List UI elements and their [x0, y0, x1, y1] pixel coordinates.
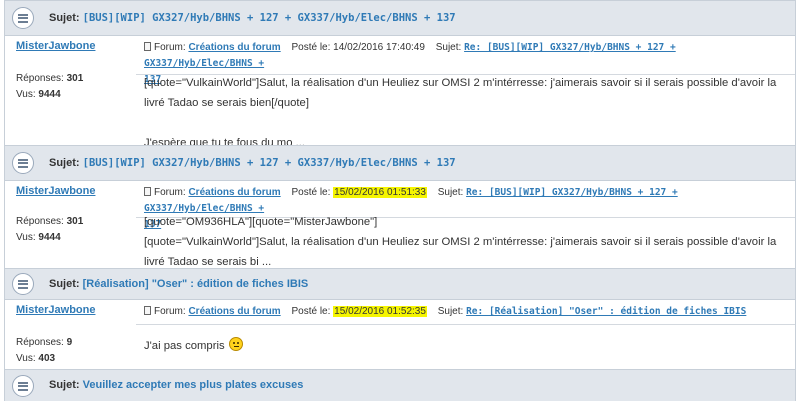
author-link[interactable]: MisterJawbone: [16, 185, 95, 197]
replies-count: Réponses: 301: [16, 216, 84, 227]
post-date-highlighted: 15/02/2016 01:51:33: [333, 187, 427, 198]
subject-label: Sujet:: [49, 12, 80, 24]
replies-count: Réponses: 9: [16, 337, 73, 348]
forum-link[interactable]: Créations du forum: [188, 306, 280, 317]
post-icon: [144, 42, 151, 51]
post-icon: [144, 306, 151, 315]
author-link[interactable]: MisterJawbone: [16, 40, 95, 52]
views-count: Vus: 403: [16, 353, 56, 364]
views-count: Vus: 9444: [16, 232, 61, 243]
post-excerpt: [quote="OM936HLA"][quote="MisterJawbone"…: [144, 216, 777, 268]
topic-subject-link[interactable]: Veuillez accepter mes plus plates excuse…: [83, 379, 304, 391]
topic-icon: [12, 375, 34, 397]
topic-subject-link[interactable]: [Réalisation] "Oser" : édition de fiches…: [83, 278, 309, 290]
views-count: Vus: 9444: [16, 89, 61, 100]
topic-subject-bar: Sujet: [BUS][WIP] GX327/Hyb/BHNS + 127 +…: [5, 0, 795, 36]
topic-subject-link[interactable]: [BUS][WIP] GX327/Hyb/BHNS + 127 + GX337/…: [83, 157, 456, 169]
topic-icon: [12, 7, 34, 29]
meta-divider: [136, 324, 795, 325]
search-result-post: MisterJawbone Réponses: 9 Vus: 403 Forum…: [5, 300, 795, 370]
search-result-post: MisterJawbone Réponses: 301 Vus: 9444 Fo…: [5, 181, 795, 269]
topic-icon: [12, 273, 34, 295]
forum-link[interactable]: Créations du forum: [188, 42, 280, 53]
confused-smiley-icon: [228, 337, 243, 351]
topic-subject-bar: Sujet: [Réalisation] "Oser" : édition de…: [5, 268, 795, 300]
post-icon: [144, 187, 151, 196]
post-date-highlighted: 15/02/2016 01:52:35: [333, 306, 427, 317]
forum-link[interactable]: Créations du forum: [188, 187, 280, 198]
post-meta: Forum: Créations du forum Posté le: 15/0…: [144, 304, 787, 320]
replies-count: Réponses: 301: [16, 73, 84, 84]
post-excerpt: J'ai pas compris: [144, 336, 787, 356]
reply-subject-link[interactable]: Re: [Réalisation] "Oser" : édition de fi…: [466, 306, 746, 317]
topic-subject-bar: Sujet: [BUS][WIP] GX327/Hyb/BHNS + 127 +…: [5, 145, 795, 181]
author-link[interactable]: MisterJawbone: [16, 304, 95, 316]
topic-subject-bar: Sujet: Veuillez accepter mes plus plates…: [5, 369, 795, 401]
subject-label: Sujet:: [49, 157, 80, 169]
post-date: 14/02/2016 17:40:49: [333, 42, 425, 53]
topic-subject-link[interactable]: [BUS][WIP] GX327/Hyb/BHNS + 127 + GX337/…: [83, 12, 456, 24]
topic-icon: [12, 152, 34, 174]
search-result-post: MisterJawbone Réponses: 301 Vus: 9444 Fo…: [5, 36, 795, 149]
post-excerpt: [quote="VulkainWorld"]Salut, la réalisat…: [144, 77, 777, 149]
subject-label: Sujet:: [49, 379, 80, 391]
subject-label: Sujet:: [49, 278, 80, 290]
search-results-frame: Sujet: [BUS][WIP] GX327/Hyb/BHNS + 127 +…: [4, 0, 796, 401]
